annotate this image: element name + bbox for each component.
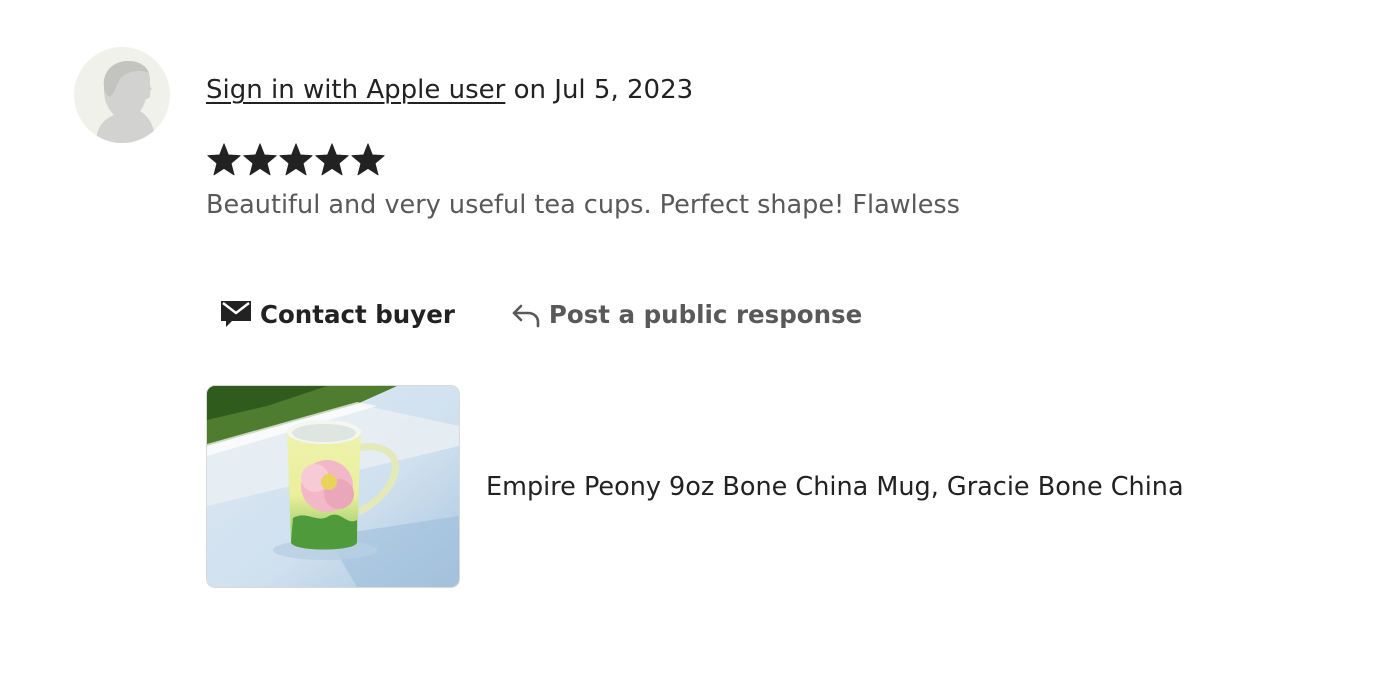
reviewer-name-link[interactable]: Sign in with Apple user [206,75,505,105]
star-icon [243,143,277,176]
post-public-response-button[interactable]: Post a public response [493,290,876,338]
reviewer-avatar [74,47,170,143]
user-silhouette-icon [96,61,156,143]
review-text: Beautiful and very useful tea cups. Perf… [206,190,960,220]
post-public-response-label: Post a public response [548,299,863,329]
review-actions: Contact buyer Post a public response [206,290,876,338]
review-meta: Sign in with Apple user on Jul 5, 2023 [206,72,693,108]
contact-buyer-label: Contact buyer [260,299,455,329]
product-title-link[interactable]: Empire Peony 9oz Bone China Mug, Gracie … [486,469,1184,505]
contact-buyer-button[interactable]: Contact buyer [206,290,469,338]
star-icon [279,143,313,176]
star-icon [207,143,241,176]
star-icon [351,143,385,176]
reply-arrow-icon [511,300,541,328]
star-rating [206,141,386,179]
product-thumbnail[interactable] [206,385,460,588]
reviewed-product: Empire Peony 9oz Bone China Mug, Gracie … [206,385,1184,588]
star-icon [315,143,349,176]
envelope-icon [220,299,252,329]
review-date: on Jul 5, 2023 [513,75,694,105]
